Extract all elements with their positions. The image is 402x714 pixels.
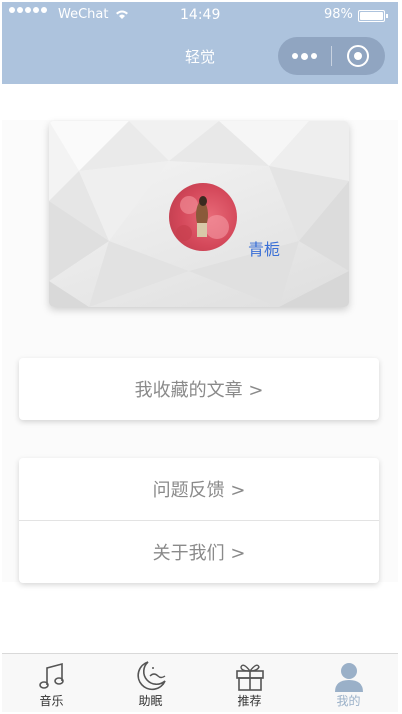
- user-icon: [334, 663, 363, 692]
- favorites-button[interactable]: 我收藏的文章 >: [19, 358, 379, 420]
- feedback-button[interactable]: 问题反馈 >: [19, 458, 379, 520]
- music-note-icon: [38, 662, 64, 689]
- close-mini-program-button[interactable]: [347, 45, 369, 67]
- tab-label: 推荐: [237, 694, 262, 708]
- username[interactable]: 青栀: [248, 239, 280, 261]
- more-options-button[interactable]: [278, 37, 331, 75]
- wifi-icon: [116, 10, 128, 19]
- profile-card: 青栀: [49, 121, 349, 307]
- carrier-name: WeChat: [58, 7, 109, 22]
- capsule-divider: [331, 46, 332, 66]
- avatar[interactable]: [169, 183, 237, 251]
- tab-sleep[interactable]: 助眠: [101, 654, 200, 712]
- tab-mine[interactable]: 我的: [299, 654, 398, 712]
- gift-icon: [235, 664, 264, 691]
- battery-percent: 98%: [324, 7, 353, 22]
- about-us-button[interactable]: 关于我们 >: [19, 520, 379, 583]
- status-bar: WeChat 14:49 98%: [2, 2, 398, 28]
- app-frame: WeChat 14:49 98% 轻觉 青栀 我收藏的文章 > 问题反馈 > 关…: [2, 2, 398, 712]
- moon-icon: [136, 661, 166, 691]
- clock: 14:49: [180, 7, 221, 23]
- tab-label: 音乐: [39, 694, 64, 708]
- tab-label: 我的: [336, 694, 361, 708]
- more-dots-icon: [292, 53, 298, 59]
- signal-strength-icon: [9, 7, 47, 13]
- tab-music[interactable]: 音乐: [2, 654, 101, 712]
- avatar-photo: [176, 196, 229, 241]
- tab-recommend[interactable]: 推荐: [200, 654, 299, 712]
- tab-bar: 音乐 助眠 推荐 我的: [2, 653, 398, 712]
- favorites-panel: 我收藏的文章 >: [19, 358, 379, 420]
- tab-label: 助眠: [138, 694, 163, 708]
- settings-panel: 问题反馈 > 关于我们 >: [19, 458, 379, 583]
- mini-program-capsule: [278, 37, 385, 75]
- battery-icon: [358, 10, 388, 22]
- header: WeChat 14:49 98% 轻觉: [2, 2, 398, 84]
